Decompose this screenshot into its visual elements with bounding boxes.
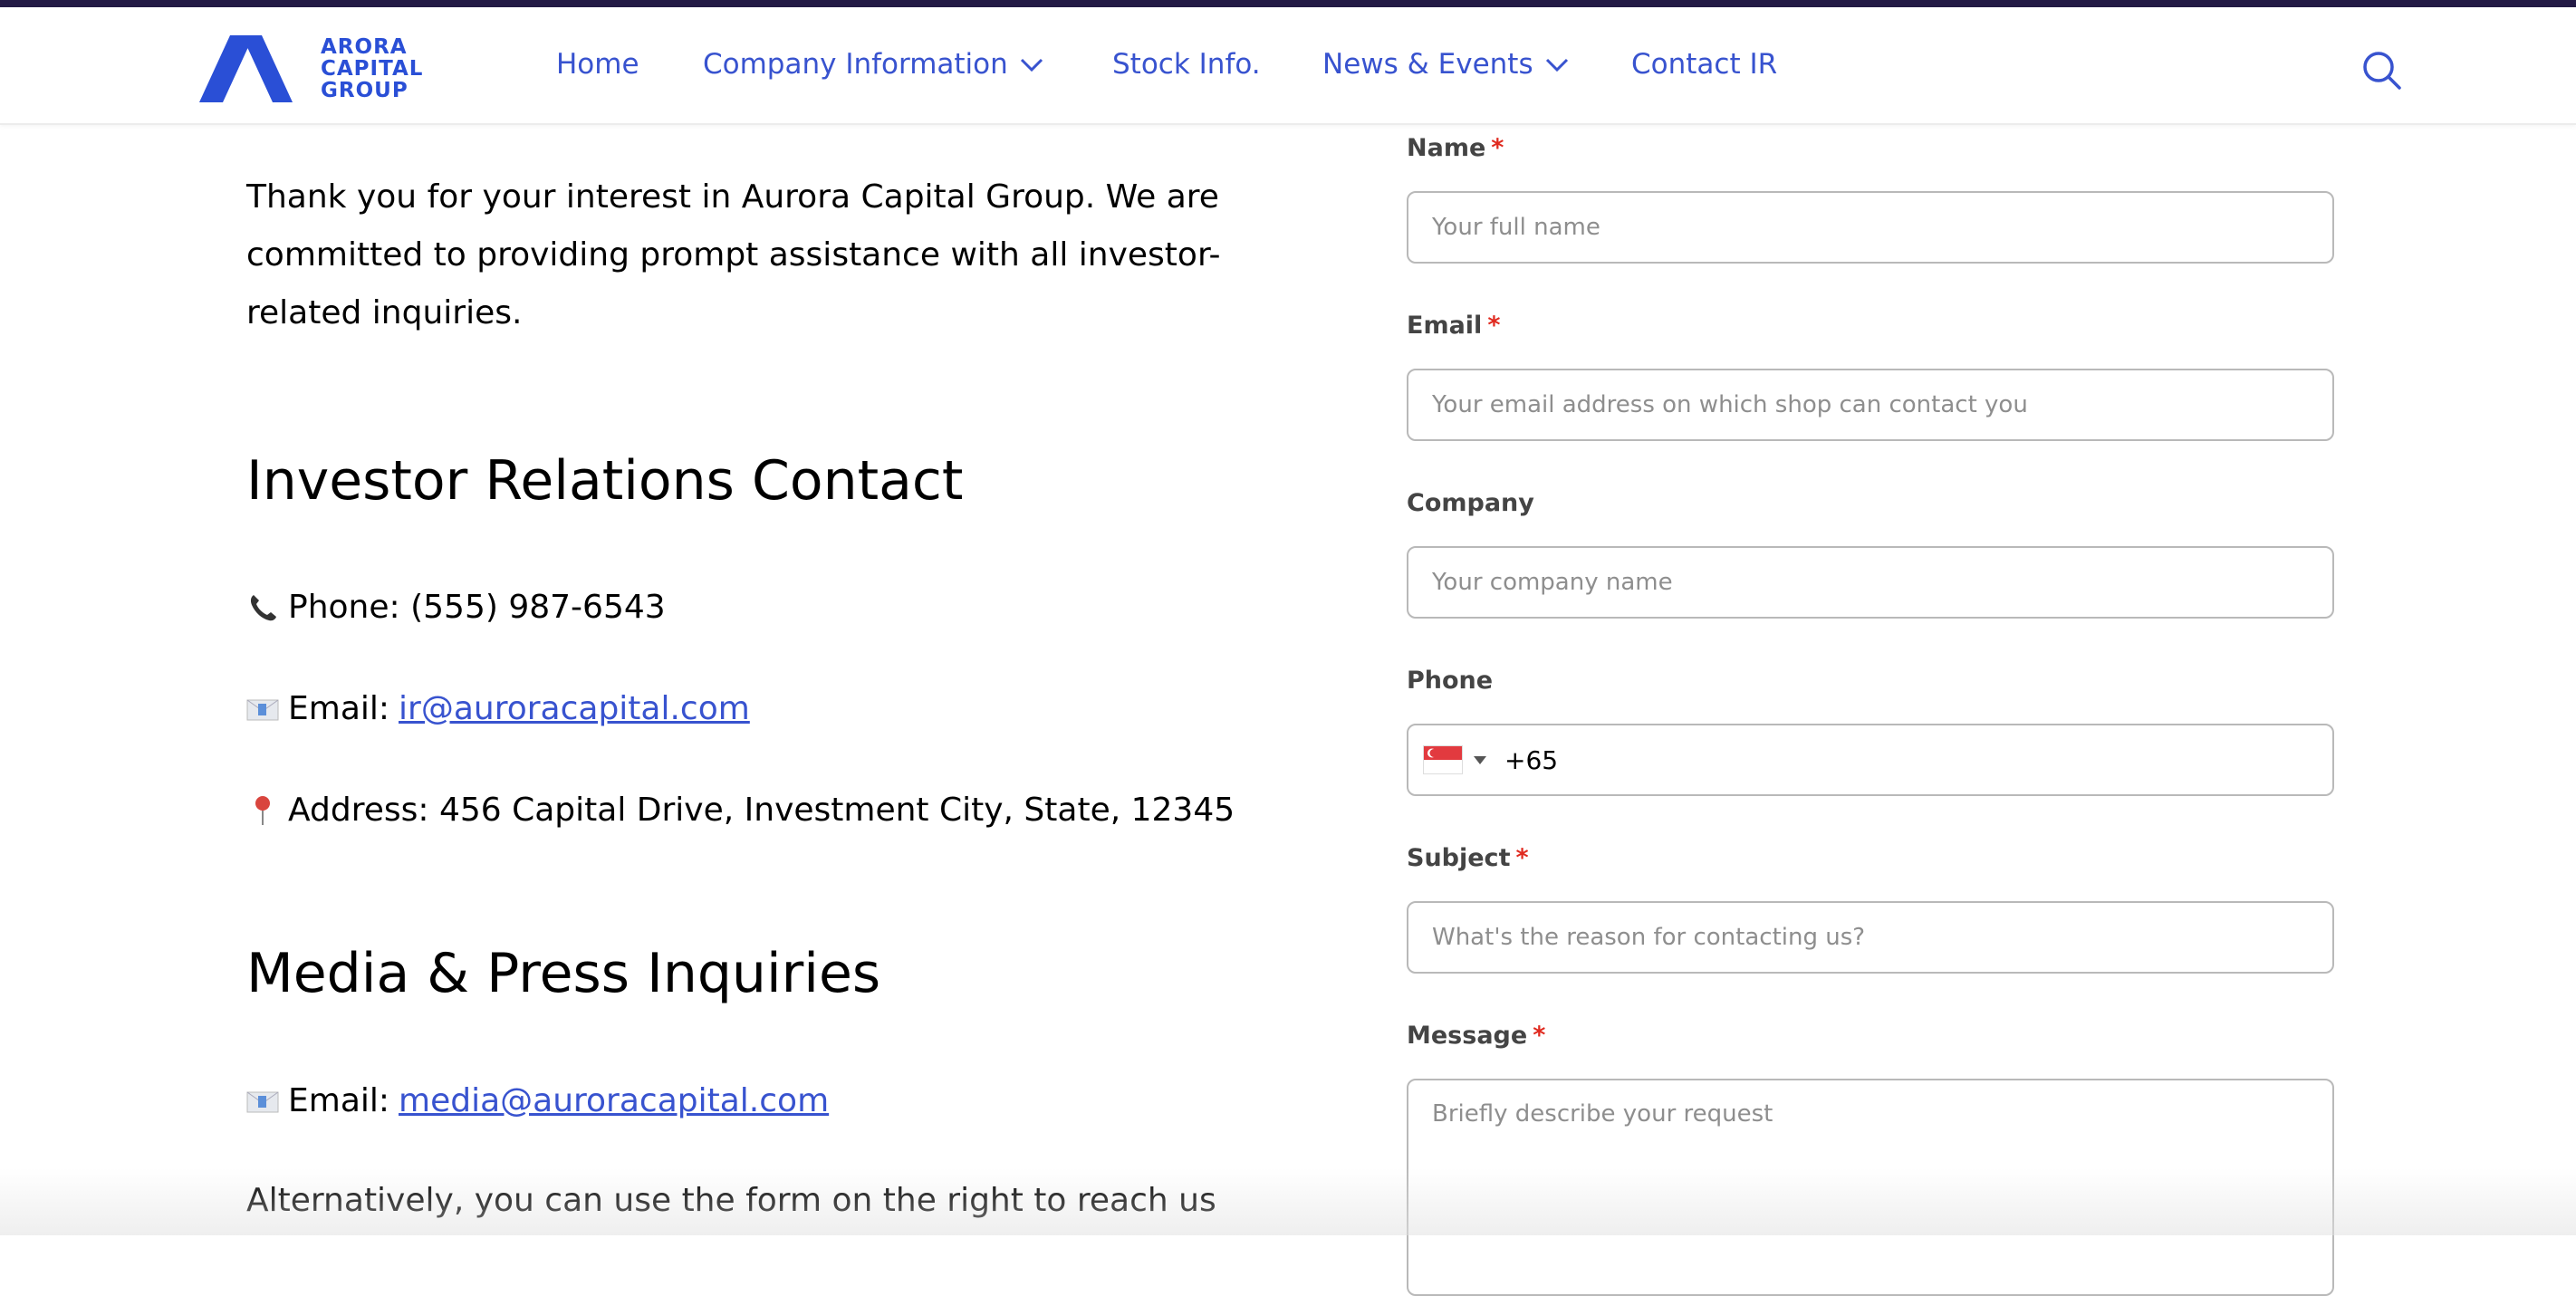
logo-line-3: GROUP xyxy=(321,79,409,102)
media-email-link[interactable]: media@auroracapital.com xyxy=(399,1080,829,1123)
email-label-text: Email xyxy=(1407,312,1483,340)
nav-company-information-label: Company Information xyxy=(703,48,1008,81)
message-textarea[interactable] xyxy=(1407,1079,2334,1296)
required-marker: * xyxy=(1533,1022,1546,1050)
required-marker: * xyxy=(1515,844,1529,872)
subject-input[interactable] xyxy=(1407,901,2334,974)
ir-email-line: Email: ir@auroracapital.com xyxy=(246,687,750,731)
media-email-line: Email: media@auroracapital.com xyxy=(246,1080,829,1123)
name-label-text: Name xyxy=(1407,134,1486,162)
required-marker: * xyxy=(1491,134,1504,162)
phone-label: Phone xyxy=(1407,667,1493,695)
logo-mark-icon xyxy=(199,35,293,102)
ir-phone-line: Phone: (555) 987-6543 xyxy=(246,586,666,629)
ir-section-heading: Investor Relations Contact xyxy=(246,449,964,513)
search-icon xyxy=(2363,52,2401,90)
country-dropdown-arrow-icon[interactable] xyxy=(1474,755,1486,764)
site-header: ARORA CAPITAL GROUP Home Company Informa… xyxy=(0,7,2576,125)
phone-input[interactable] xyxy=(1503,744,2285,776)
company-input[interactable] xyxy=(1407,546,2334,619)
logo-line-1: ARORA xyxy=(321,35,408,59)
chevron-down-icon xyxy=(1019,48,1044,81)
ir-address-text: Address: 456 Capital Drive, Investment C… xyxy=(288,792,1235,829)
nav-news-events-label: News & Events xyxy=(1322,48,1533,81)
email-input[interactable] xyxy=(1407,369,2334,441)
nav-company-information[interactable]: Company Information xyxy=(703,42,1044,87)
logo-text: ARORA CAPITAL GROUP xyxy=(321,36,423,101)
media-email-label: Email: xyxy=(288,1082,390,1119)
phone-label-text: Phone xyxy=(1407,667,1494,695)
top-accent-bar xyxy=(0,0,2576,7)
ir-phone-text: Phone: (555) 987-6543 xyxy=(288,589,666,626)
nav-stock-info[interactable]: Stock Info. xyxy=(1112,42,1261,87)
chevron-down-icon xyxy=(1544,48,1570,81)
telephone-receiver-icon xyxy=(246,591,279,624)
company-label: Company xyxy=(1407,489,1534,517)
logo[interactable]: ARORA CAPITAL GROUP xyxy=(199,34,426,103)
intro-text: Thank you for your interest in Aurora Ca… xyxy=(246,178,1221,331)
nav-stock-info-label: Stock Info. xyxy=(1112,48,1261,81)
company-label-text: Company xyxy=(1407,489,1534,517)
email-label: Email * xyxy=(1407,312,1500,340)
name-label: Name * xyxy=(1407,134,1504,162)
alternative-contact-text: Alternatively, you can use the form on t… xyxy=(246,1182,1216,1219)
search-button[interactable] xyxy=(2362,51,2404,92)
nav-home[interactable]: Home xyxy=(556,42,639,87)
media-section-heading: Media & Press Inquiries xyxy=(246,942,881,1005)
message-label-text: Message xyxy=(1407,1022,1528,1050)
required-marker: * xyxy=(1487,312,1501,340)
nav-contact-ir[interactable]: Contact IR xyxy=(1631,42,1777,87)
phone-field xyxy=(1407,724,2334,796)
envelope-icon xyxy=(246,1085,279,1118)
message-label: Message * xyxy=(1407,1022,1545,1050)
subject-label: Subject * xyxy=(1407,844,1529,872)
ir-email-label: Email: xyxy=(288,690,390,727)
nav-contact-ir-label: Contact IR xyxy=(1631,48,1778,81)
ir-address-line: Address: 456 Capital Drive, Investment C… xyxy=(246,789,1235,832)
name-input[interactable] xyxy=(1407,191,2334,264)
round-pushpin-icon xyxy=(246,794,279,827)
envelope-icon xyxy=(246,693,279,725)
singapore-flag-icon[interactable] xyxy=(1423,745,1463,774)
ir-email-link[interactable]: ir@auroracapital.com xyxy=(399,687,750,731)
nav-news-events[interactable]: News & Events xyxy=(1322,42,1570,87)
nav-home-label: Home xyxy=(556,48,639,81)
logo-line-2: CAPITAL xyxy=(321,57,424,81)
subject-label-text: Subject xyxy=(1407,844,1511,872)
